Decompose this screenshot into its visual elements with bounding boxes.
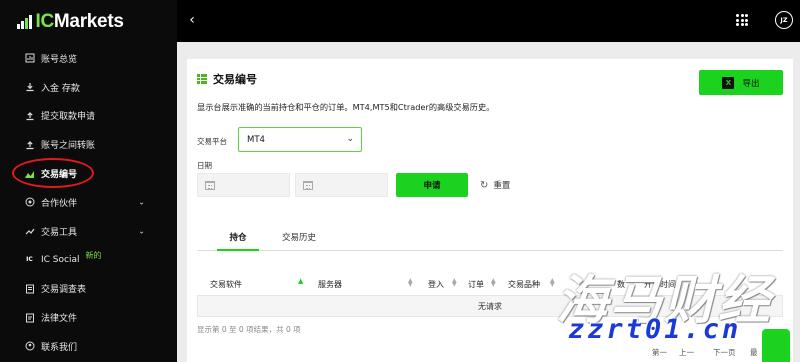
sidebar-item-label: 账号之间转账 bbox=[41, 141, 96, 152]
sort-icon[interactable]: ▲ ▼ bbox=[408, 278, 413, 288]
sidebar-item-withdraw[interactable]: 提交取款申请 bbox=[0, 102, 177, 131]
page-title: 交易编号 bbox=[197, 71, 257, 87]
tabs: 持仓 交易历史 bbox=[197, 231, 783, 251]
export-label: 导出 bbox=[742, 78, 760, 89]
chat-support-button[interactable] bbox=[762, 329, 790, 362]
upload-icon bbox=[24, 110, 35, 121]
apps-grid-icon[interactable] bbox=[736, 14, 748, 26]
sidebar-item-label: 合作伙伴 bbox=[41, 198, 78, 209]
apply-button[interactable]: 申请 bbox=[396, 173, 468, 197]
platform-label: 交易平台 bbox=[197, 137, 227, 146]
chevron-down-icon: ⌄ bbox=[138, 197, 145, 207]
survey-icon bbox=[24, 283, 35, 294]
logo-text: ICMarkets bbox=[35, 11, 124, 32]
sort-asc-icon[interactable]: ▲ bbox=[298, 278, 303, 285]
pager-prev[interactable]: 上一 bbox=[679, 347, 694, 358]
page-title-text: 交易编号 bbox=[213, 73, 257, 86]
excel-icon: X bbox=[722, 76, 735, 89]
sidebar-item-label: 交易编号 bbox=[41, 170, 78, 181]
sidebar-item-label: IC Social bbox=[41, 254, 80, 265]
ic-markets-logo[interactable]: ICMarkets bbox=[17, 11, 124, 33]
sidebar-item-label: 账号总览 bbox=[41, 54, 78, 65]
document-icon bbox=[24, 312, 35, 323]
sidebar-item-account-overview[interactable]: 账号总览 bbox=[0, 44, 177, 73]
pager-first[interactable]: 第一 bbox=[652, 347, 667, 358]
sidebar-item-label: 交易调查表 bbox=[41, 285, 87, 296]
download-icon bbox=[24, 82, 35, 93]
logo-bars-icon bbox=[17, 15, 32, 29]
sidebar-item-label: 提交取款申请 bbox=[41, 112, 96, 123]
export-button[interactable]: X 导出 bbox=[699, 70, 783, 95]
reset-button[interactable]: ↻ 重置 bbox=[480, 173, 510, 197]
sort-icon[interactable]: ▲ ▼ bbox=[550, 278, 555, 288]
date-label: 日期 bbox=[197, 161, 212, 170]
top-bar: ‹ JZ bbox=[177, 0, 800, 42]
transfer-icon bbox=[24, 139, 35, 150]
list-icon bbox=[197, 74, 207, 84]
sidebar-item-survey[interactable]: 交易调查表 bbox=[0, 274, 177, 303]
sidebar-item-deposit[interactable]: 入金 存款 bbox=[0, 73, 177, 102]
sort-icon[interactable]: ▲ ▼ bbox=[491, 278, 496, 288]
calendar-icon bbox=[303, 180, 313, 190]
sidebar-item-label: 入金 存款 bbox=[41, 83, 80, 94]
contact-icon bbox=[24, 341, 35, 352]
sidebar-item-trading-tools[interactable]: 交易工具 ⌄ bbox=[0, 217, 177, 246]
chevron-down-icon: ⌄ bbox=[346, 134, 354, 144]
tab-trade-history[interactable]: 交易历史 bbox=[269, 231, 329, 251]
end-date-input[interactable] bbox=[295, 173, 388, 197]
sidebar-item-transfer[interactable]: 账号之间转账 bbox=[0, 130, 177, 159]
sort-icon[interactable]: ▲ ▼ bbox=[452, 278, 457, 288]
calendar-icon bbox=[205, 180, 215, 190]
platform-value: MT4 bbox=[247, 134, 265, 145]
sidebar-item-ic-social[interactable]: IC IC Social 新的 bbox=[0, 246, 177, 275]
column-header[interactable]: 服务器 bbox=[318, 279, 342, 290]
reset-label: 重置 bbox=[493, 181, 511, 191]
tools-icon bbox=[24, 226, 35, 237]
chart-icon bbox=[24, 168, 35, 179]
column-header[interactable]: 交易软件 bbox=[210, 279, 242, 290]
column-header[interactable]: 订单 bbox=[468, 279, 484, 290]
sidebar: ICMarkets 账号总览 入金 存款 提交取款申请 账号之间转账 交易编号 … bbox=[0, 0, 177, 362]
sidebar-item-trade-records[interactable]: 交易编号 bbox=[0, 159, 177, 188]
page-description: 显示台展示准确的当前持仓和平仓的订单。MT4,MT5和Ctrader的高级交易历… bbox=[197, 102, 495, 112]
avatar[interactable]: JZ bbox=[775, 11, 793, 29]
pager-last[interactable]: 最 bbox=[750, 347, 758, 358]
sidebar-item-legal[interactable]: 法律文件 bbox=[0, 303, 177, 332]
sidebar-item-label: 法律文件 bbox=[41, 314, 78, 325]
partner-icon bbox=[24, 197, 35, 208]
sidebar-item-label: 联系我们 bbox=[41, 342, 78, 353]
sidebar-item-label: 交易工具 bbox=[41, 227, 78, 238]
new-badge: 新的 bbox=[85, 251, 102, 261]
back-chevron-icon[interactable]: ‹ bbox=[183, 11, 201, 29]
column-header[interactable]: 登入 bbox=[428, 279, 444, 290]
watermark-url: zzrt01.cn bbox=[568, 314, 742, 345]
sidebar-menu: 账号总览 入金 存款 提交取款申请 账号之间转账 交易编号 合作伙伴 ⌄ 交易工… bbox=[0, 44, 177, 361]
pager-next[interactable]: 下一页 bbox=[713, 347, 736, 358]
report-icon bbox=[24, 53, 35, 64]
start-date-input[interactable] bbox=[197, 173, 290, 197]
refresh-icon: ↻ bbox=[480, 179, 489, 191]
table-info: 显示第 0 至 0 项结果，共 0 项 bbox=[197, 325, 301, 334]
ic-social-icon: IC bbox=[26, 256, 33, 264]
sidebar-item-partners[interactable]: 合作伙伴 ⌄ bbox=[0, 188, 177, 217]
sidebar-item-contact[interactable]: 联系我们 bbox=[0, 332, 177, 361]
chevron-down-icon: ⌄ bbox=[138, 226, 145, 236]
column-header[interactable]: 交易品种 bbox=[508, 279, 540, 290]
platform-select[interactable]: MT4 ⌄ bbox=[238, 127, 362, 152]
tab-positions[interactable]: 持仓 bbox=[217, 231, 259, 251]
